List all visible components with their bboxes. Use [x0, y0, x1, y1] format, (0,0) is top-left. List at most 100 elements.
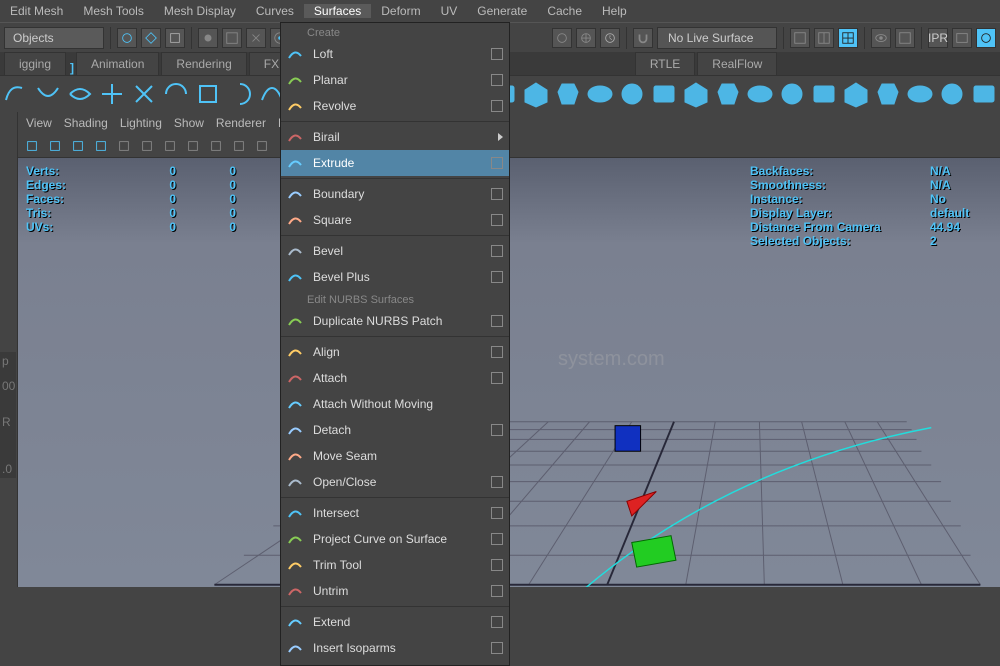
menu-item-birail[interactable]: Birail — [281, 124, 509, 150]
menu-item-checkbox[interactable] — [491, 245, 503, 257]
menu-item-trim-tool[interactable]: Trim Tool — [281, 552, 509, 578]
shelf-curve-icon[interactable] — [194, 80, 222, 108]
panel-menu-shading[interactable]: Shading — [64, 116, 108, 130]
menu-item-attach[interactable]: Attach — [281, 365, 509, 391]
menu-cache[interactable]: Cache — [537, 4, 592, 18]
menu-item-checkbox[interactable] — [491, 507, 503, 519]
shelf-curve-icon[interactable] — [226, 80, 254, 108]
render-settings-icon[interactable] — [976, 28, 996, 48]
menu-item-checkbox[interactable] — [491, 424, 503, 436]
menu-item-intersect[interactable]: Intersect — [281, 500, 509, 526]
tab-realflow[interactable]: RealFlow — [697, 52, 777, 75]
menu-item-project-curve-on-surface[interactable]: Project Curve on Surface — [281, 526, 509, 552]
panel-tool-icon[interactable] — [183, 136, 203, 156]
tool-icon[interactable] — [246, 28, 266, 48]
menu-item-boundary[interactable]: Boundary — [281, 181, 509, 207]
panel-tool-icon[interactable] — [206, 136, 226, 156]
menu-edit-mesh[interactable]: Edit Mesh — [0, 4, 73, 18]
shelf-solid-icon[interactable] — [778, 80, 806, 108]
menu-item-checkbox[interactable] — [491, 559, 503, 571]
constraint-icon[interactable] — [552, 28, 572, 48]
menu-item-checkbox[interactable] — [491, 642, 503, 654]
menu-item-bevel-plus[interactable]: Bevel Plus — [281, 264, 509, 290]
shelf-solid-icon[interactable] — [810, 80, 838, 108]
layout-icon-active[interactable] — [838, 28, 858, 48]
shelf-solid-icon[interactable] — [938, 80, 966, 108]
shelf-solid-icon[interactable] — [650, 80, 678, 108]
layout-icon[interactable] — [814, 28, 834, 48]
menu-deform[interactable]: Deform — [371, 4, 430, 18]
shelf-solid-icon[interactable] — [874, 80, 902, 108]
shelf-curve-icon[interactable] — [162, 80, 190, 108]
panel-tool-icon[interactable] — [252, 136, 272, 156]
objects-dropdown[interactable]: Objects — [4, 27, 104, 49]
panel-menu-view[interactable]: View — [26, 116, 52, 130]
menu-item-checkbox[interactable] — [491, 372, 503, 384]
tab-rendering[interactable]: Rendering — [161, 52, 246, 75]
menu-item-checkbox[interactable] — [491, 533, 503, 545]
menu-item-checkbox[interactable] — [491, 315, 503, 327]
render-icon[interactable] — [895, 28, 915, 48]
constraint-icon[interactable] — [576, 28, 596, 48]
shelf-curve-icon[interactable] — [98, 80, 126, 108]
menu-item-duplicate-nurbs-patch[interactable]: Duplicate NURBS Patch — [281, 308, 509, 334]
menu-item-checkbox[interactable] — [491, 74, 503, 86]
menu-item-planar[interactable]: Planar — [281, 67, 509, 93]
menu-item-square[interactable]: Square — [281, 207, 509, 233]
panel-tool-icon[interactable] — [45, 136, 65, 156]
layout-icon[interactable] — [790, 28, 810, 48]
menu-mesh-display[interactable]: Mesh Display — [154, 4, 246, 18]
shelf-curve-icon[interactable] — [34, 80, 62, 108]
eye-icon[interactable] — [871, 28, 891, 48]
menu-item-checkbox[interactable] — [491, 476, 503, 488]
panel-tool-icon[interactable] — [114, 136, 134, 156]
menu-item-checkbox[interactable] — [491, 157, 503, 169]
shelf-solid-icon[interactable] — [970, 80, 998, 108]
tool-icon[interactable] — [117, 28, 137, 48]
shelf-curve-icon[interactable] — [130, 80, 158, 108]
menu-item-loft[interactable]: Loft — [281, 41, 509, 67]
menu-item-checkbox[interactable] — [491, 271, 503, 283]
menu-item-extend[interactable]: Extend — [281, 609, 509, 635]
panel-tool-icon[interactable] — [229, 136, 249, 156]
shelf-solid-icon[interactable] — [522, 80, 550, 108]
menu-item-align[interactable]: Align — [281, 339, 509, 365]
tool-icon[interactable] — [222, 28, 242, 48]
panel-menu-renderer[interactable]: Renderer — [216, 116, 266, 130]
panel-menu-lighting[interactable]: Lighting — [120, 116, 162, 130]
menu-curves[interactable]: Curves — [246, 4, 304, 18]
shelf-solid-icon[interactable] — [906, 80, 934, 108]
tool-icon[interactable] — [198, 28, 218, 48]
menu-item-move-seam[interactable]: Move Seam — [281, 443, 509, 469]
panel-tool-icon[interactable] — [137, 136, 157, 156]
menu-item-revolve[interactable]: Revolve — [281, 93, 509, 119]
ipr-icon[interactable]: IPR — [928, 28, 948, 48]
panel-tool-icon[interactable] — [160, 136, 180, 156]
menu-uv[interactable]: UV — [431, 4, 468, 18]
menu-mesh-tools[interactable]: Mesh Tools — [73, 4, 153, 18]
panel-tool-icon[interactable] — [22, 136, 42, 156]
tab-rtle[interactable]: RTLE — [635, 52, 695, 75]
tab-igging[interactable]: igging — [4, 52, 66, 75]
no-live-surface-dropdown[interactable]: No Live Surface — [657, 27, 777, 49]
menu-item-detach[interactable]: Detach — [281, 417, 509, 443]
menu-item-checkbox[interactable] — [491, 48, 503, 60]
menu-item-open-close[interactable]: Open/Close — [281, 469, 509, 495]
tool-icon[interactable] — [165, 28, 185, 48]
tab-animation[interactable]: Animation — [76, 52, 159, 75]
shelf-solid-icon[interactable] — [842, 80, 870, 108]
menu-item-insert-isoparms[interactable]: Insert Isoparms — [281, 635, 509, 661]
tool-icon[interactable] — [141, 28, 161, 48]
render-view-icon[interactable] — [952, 28, 972, 48]
shelf-solid-icon[interactable] — [682, 80, 710, 108]
history-icon[interactable] — [600, 28, 620, 48]
shelf-curve-icon[interactable] — [66, 80, 94, 108]
panel-tool-icon[interactable] — [68, 136, 88, 156]
shelf-solid-icon[interactable] — [714, 80, 742, 108]
menu-item-bevel[interactable]: Bevel — [281, 238, 509, 264]
menu-item-checkbox[interactable] — [491, 346, 503, 358]
shelf-solid-icon[interactable] — [554, 80, 582, 108]
magnet-icon[interactable] — [633, 28, 653, 48]
menu-item-checkbox[interactable] — [491, 100, 503, 112]
menu-item-checkbox[interactable] — [491, 214, 503, 226]
